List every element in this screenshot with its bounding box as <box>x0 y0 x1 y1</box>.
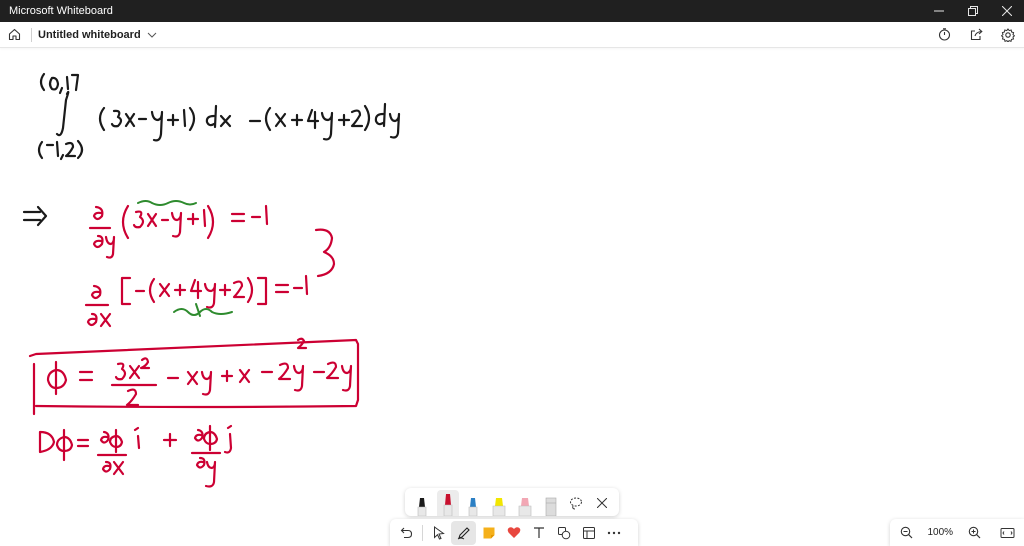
zoom-in-icon[interactable] <box>962 521 987 545</box>
eraser-icon[interactable] <box>540 490 562 516</box>
zoom-out-icon[interactable] <box>894 521 919 545</box>
shapes-icon[interactable] <box>551 521 576 545</box>
black-pen[interactable] <box>411 490 433 516</box>
pen-tray <box>405 488 619 516</box>
yellow-highlighter[interactable] <box>488 490 510 516</box>
red-pen[interactable] <box>436 490 459 516</box>
black-ink-implies <box>22 205 48 227</box>
zoom-bar: 100% <box>890 519 1024 546</box>
ink-layer <box>22 72 401 488</box>
lasso-icon[interactable] <box>566 490 588 516</box>
pen-icon[interactable] <box>451 520 476 545</box>
black-ink-integral <box>37 72 401 161</box>
blue-pen[interactable] <box>463 490 485 516</box>
divider <box>422 524 423 541</box>
text-icon[interactable] <box>526 521 551 545</box>
red-ink-phi-box <box>28 337 360 416</box>
fit-screen-icon[interactable] <box>995 521 1020 545</box>
reaction-icon[interactable] <box>501 521 526 545</box>
close-icon[interactable] <box>591 490 613 516</box>
sticky-note-icon[interactable] <box>476 521 501 545</box>
template-icon[interactable] <box>576 521 601 545</box>
select-icon[interactable] <box>426 521 451 545</box>
more-icon[interactable] <box>601 521 626 545</box>
red-ink-derivatives <box>84 204 336 328</box>
pink-highlighter[interactable] <box>514 490 536 516</box>
bottom-toolbar <box>390 519 638 546</box>
zoom-level[interactable]: 100% <box>927 527 953 538</box>
undo-icon[interactable] <box>394 521 419 545</box>
red-ink-gradient <box>38 424 233 488</box>
